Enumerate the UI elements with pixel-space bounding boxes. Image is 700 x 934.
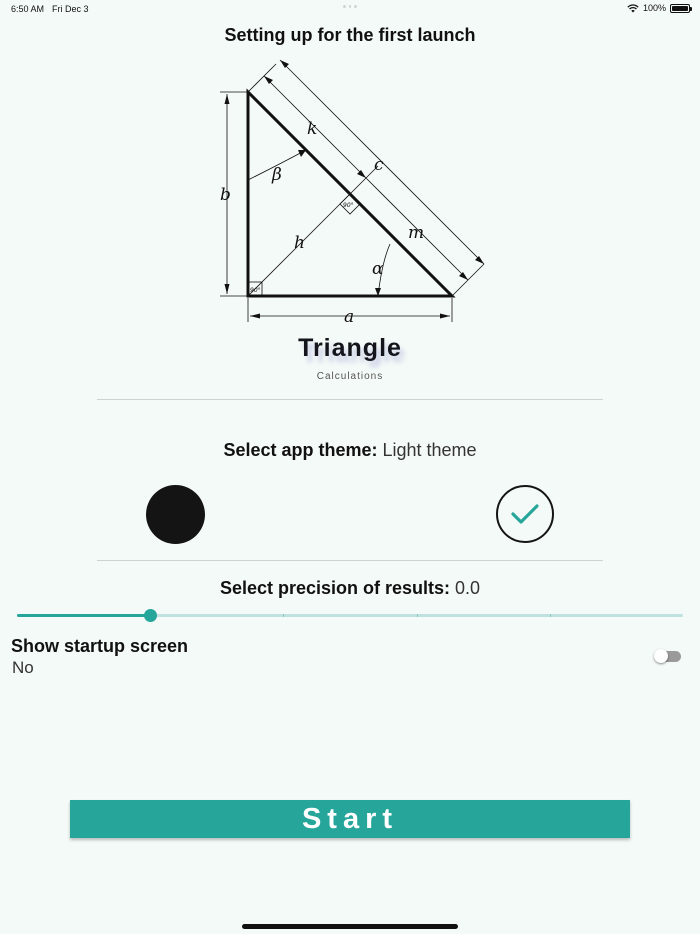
precision-slider[interactable]	[17, 606, 683, 626]
app-subtitle: Calculations	[316, 371, 384, 382]
label-a: a	[344, 307, 354, 327]
battery-percent: 100%	[642, 3, 666, 13]
slider-tick	[549, 614, 551, 617]
theme-value: Light theme	[382, 440, 477, 460]
slider-tick	[283, 614, 285, 617]
status-time: 6:50 AM	[11, 4, 45, 14]
label-h: h	[294, 233, 305, 253]
triangle-diagram: b a c k m h α β 90° 90°	[220, 59, 485, 327]
theme-row: Select app theme: Light theme	[0, 440, 700, 461]
right-angle-label-base: 90°	[250, 287, 261, 294]
dark-theme-button[interactable]	[146, 485, 205, 544]
light-theme-button[interactable]	[496, 485, 554, 543]
divider	[97, 399, 603, 400]
label-m: m	[408, 223, 424, 243]
startup-screen-toggle[interactable]	[654, 649, 681, 663]
check-icon	[511, 504, 539, 524]
right-angle-label-foot: 90°	[343, 202, 354, 209]
status-date: Fri Dec 3	[52, 4, 89, 14]
startup-screen-value: No	[12, 658, 34, 677]
status-right: 100%	[627, 3, 692, 13]
label-b: b	[220, 185, 231, 205]
precision-row: Select precision of results: 0.0	[0, 578, 700, 599]
battery-icon	[670, 3, 692, 13]
slider-tick	[416, 614, 418, 617]
divider	[97, 560, 603, 561]
toggle-knob	[654, 649, 668, 663]
slider-fill	[17, 614, 151, 617]
app-name: Triangle	[298, 334, 402, 362]
status-bar: 6:50 AM Fri Dec 3 100%	[0, 0, 700, 18]
wifi-icon	[627, 3, 639, 12]
label-beta: β	[271, 165, 282, 185]
start-button[interactable]: Start	[70, 800, 630, 838]
precision-value: 0.0	[455, 578, 481, 598]
theme-label: Select app theme:	[223, 440, 378, 460]
precision-label: Select precision of results:	[219, 578, 451, 598]
startup-screen-title: Show startup screen	[11, 636, 189, 656]
label-alpha: α	[372, 259, 384, 279]
slider-thumb[interactable]	[144, 609, 158, 622]
label-k: k	[307, 119, 317, 139]
multitasking-dots-icon[interactable]	[343, 5, 358, 9]
label-c: c	[374, 155, 384, 175]
home-indicator[interactable]	[242, 924, 458, 929]
page-heading: Setting up for the first launch	[224, 25, 476, 45]
